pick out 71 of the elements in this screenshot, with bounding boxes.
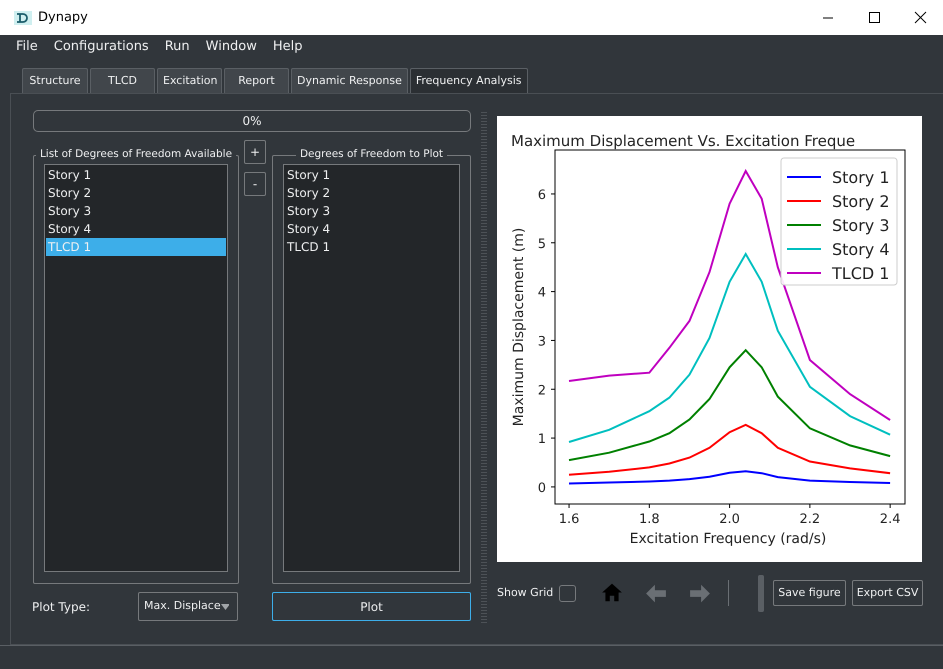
list-item[interactable]: Story 1 (46, 166, 226, 184)
show-grid-label: Show Grid (497, 584, 554, 601)
menu-item[interactable]: Run (156, 36, 198, 56)
tick-label: 2 (538, 383, 546, 398)
tab[interactable]: Frequency Analysis (410, 68, 528, 93)
list-box[interactable]: Story 1 Story 2 Story 3 Story 4 TLCD 1 (44, 164, 228, 572)
progress-reading: 0% (242, 114, 262, 128)
show-grid-checkbox[interactable] (559, 584, 576, 602)
list-item[interactable]: Story 2 (285, 184, 458, 202)
tick-mark (550, 340, 556, 341)
group-title: Degrees of Freedom to Plot (296, 148, 448, 160)
tick-mark (550, 486, 556, 488)
legend-label: TLCD 1 (832, 264, 890, 283)
add-button[interactable]: + (244, 140, 266, 164)
tab[interactable]: Report (224, 68, 289, 93)
remove-button[interactable]: - (244, 172, 266, 196)
tick-label: 0 (538, 480, 546, 496)
tick-mark (550, 388, 556, 390)
tick-mark (550, 291, 556, 292)
tick-mark (550, 242, 556, 244)
list-box[interactable]: Story 1 Story 2 Story 3 Story 4 TLCD 1 (283, 164, 460, 572)
list-item[interactable]: Story 3 (46, 202, 226, 220)
tick-label: 4 (538, 286, 546, 301)
tab[interactable]: Excitation (157, 68, 222, 93)
plot-button[interactable]: Plot (272, 592, 471, 621)
export-csv-button[interactable]: Export CSV (852, 580, 924, 606)
tab[interactable]: TLCD (90, 68, 155, 93)
menu-item[interactable]: Window (198, 36, 265, 56)
plot-type-dropdown[interactable]: Max. Displace (138, 592, 238, 621)
tick-label: 2.2 (800, 512, 820, 527)
tick-mark (550, 438, 556, 439)
legend-label: Story 3 (832, 216, 890, 235)
tab[interactable]: Dynamic Response (291, 68, 408, 93)
list-item[interactable]: Story 4 (46, 220, 226, 238)
tick-label: 6 (538, 188, 546, 203)
chart-title: Maximum Displacement Vs. Excitation Freque (511, 132, 856, 150)
home-icon[interactable] (601, 582, 624, 604)
plot-type-label: Plot Type: (32, 598, 92, 616)
group-title: List of Degrees of Freedom Available (36, 148, 236, 160)
list-item[interactable]: Story 1 (285, 166, 458, 184)
caret-icon (220, 604, 229, 610)
toolbar-handle[interactable] (758, 574, 764, 612)
legend-label: Story 4 (832, 240, 890, 259)
tick-mark (809, 504, 810, 508)
list-item[interactable]: TLCD 1 (285, 238, 458, 256)
y-axis-label: Maximum Displacement (m) (511, 228, 527, 426)
window-title: Dynapy (38, 8, 88, 27)
tick-mark (729, 504, 730, 508)
legend-label: Story 2 (832, 192, 890, 211)
tick-label: 1.6 (558, 512, 580, 527)
tick-mark (568, 504, 570, 508)
list-item[interactable]: Story 3 (285, 202, 458, 220)
tick-label: 1 (538, 432, 546, 448)
list-item[interactable]: Story 4 (285, 220, 458, 238)
save-figure-button[interactable]: Save figure (773, 580, 846, 606)
menu-item[interactable]: Help (264, 36, 311, 56)
tick-label: 2.0 (719, 512, 740, 527)
legend-label: Story 1 (832, 168, 890, 187)
tick-label: 3 (538, 334, 546, 350)
x-axis-label: Excitation Frequency (rad/s) (630, 531, 826, 547)
app-logo-icon (14, 10, 32, 24)
menu-item[interactable]: File (8, 36, 46, 56)
tick-mark (890, 504, 891, 508)
tick-label: 2.4 (880, 512, 900, 527)
tick-mark (648, 504, 650, 508)
list-item[interactable]: Story 2 (46, 184, 226, 202)
menu-item[interactable]: Configurations (46, 36, 157, 56)
tick-mark (550, 193, 556, 194)
tick-label: 5 (538, 236, 546, 252)
tab[interactable]: Structure (22, 68, 88, 93)
tick-label: 1.8 (638, 512, 660, 527)
